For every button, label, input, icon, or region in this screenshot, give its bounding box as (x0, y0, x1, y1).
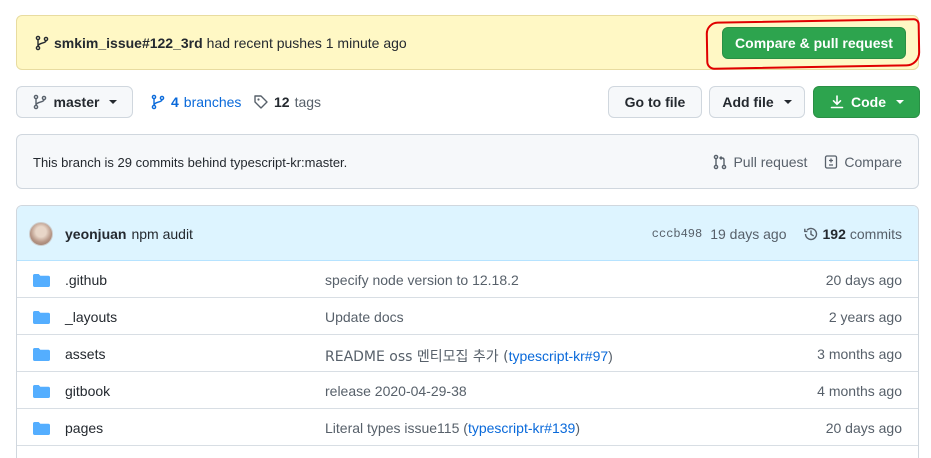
folder-icon (33, 311, 50, 324)
tags-link[interactable]: 12 tags (253, 94, 321, 110)
branch-icon (33, 94, 46, 110)
commit-author-link[interactable]: yeonjuan (65, 226, 126, 242)
branch-icon (35, 35, 49, 51)
file-name-link[interactable]: gitbook (65, 383, 110, 399)
commit-age: 19 days ago (710, 226, 787, 242)
pushed-branch-link[interactable]: smkim_issue#122_3rd (54, 35, 203, 51)
compare-icon (825, 155, 838, 169)
table-row: pages Literal types issue115 (typescript… (17, 409, 918, 446)
table-row: _layouts Update docs 2 years ago (17, 298, 918, 335)
add-file-button[interactable]: Add file (709, 86, 805, 118)
file-commit-message[interactable]: Literal types issue115 (typescript-kr#13… (325, 420, 580, 436)
history-icon (803, 227, 817, 241)
branch-status-box: This branch is 29 commits behind typescr… (16, 134, 919, 189)
pull-request-icon (714, 154, 727, 170)
branches-link[interactable]: 4 branches (150, 94, 241, 110)
file-name-link[interactable]: .github (65, 272, 107, 288)
code-button[interactable]: Code (813, 86, 920, 118)
tags-label: tags (294, 94, 322, 110)
folder-icon (33, 348, 50, 361)
file-age: 20 days ago (825, 420, 902, 436)
file-list: yeonjuan npm audit cccb498 19 days ago 1… (16, 205, 919, 458)
commits-label: commits (849, 226, 902, 242)
chevron-down-icon (896, 100, 904, 104)
pull-request-link[interactable]: Pull request (712, 154, 807, 170)
branch-select-label: master (53, 94, 100, 110)
chevron-down-icon (783, 100, 792, 104)
folder-icon (33, 385, 50, 398)
tag-icon (254, 95, 268, 109)
latest-commit-bar: yeonjuan npm audit cccb498 19 days ago 1… (17, 206, 918, 261)
branch-behind-text: This branch is 29 commits behind typescr… (33, 155, 348, 170)
file-commit-message[interactable]: specify node version to 12.18.2 (325, 272, 519, 288)
commit-sha-link[interactable]: cccb498 (652, 227, 702, 241)
file-name-link[interactable]: pages (65, 420, 103, 436)
file-name-link[interactable]: _layouts (65, 309, 117, 325)
compare-pull-request-button[interactable]: Compare & pull request (722, 27, 906, 59)
chevron-down-icon (109, 100, 118, 104)
code-label: Code (851, 94, 886, 110)
go-to-file-button[interactable]: Go to file (608, 86, 702, 118)
go-to-file-label: Go to file (624, 94, 686, 110)
table-row: .github specify node version to 12.18.2 … (17, 261, 918, 298)
tags-count: 12 (274, 94, 290, 110)
file-commit-message[interactable]: README oss 멘티모집 추가 (typescript-kr#97) (325, 346, 613, 366)
commit-message-link[interactable]: npm audit (131, 226, 192, 242)
branch-icon (151, 94, 165, 110)
branch-select-button[interactable]: master (16, 86, 133, 118)
issue-reference-link[interactable]: typescript-kr#139 (468, 420, 575, 436)
table-row: assets README oss 멘티모집 추가 (typescript-kr… (17, 335, 918, 372)
branches-label: branches (183, 94, 242, 110)
banner-suffix: had recent pushes 1 minute ago (206, 35, 407, 51)
file-age: 20 days ago (825, 272, 902, 288)
file-commit-message[interactable]: Update docs (325, 309, 404, 325)
file-commit-message[interactable]: release 2020-04-29-38 (325, 383, 467, 399)
file-age: 4 months ago (817, 383, 902, 399)
recent-pushes-banner: smkim_issue#122_3rd had recent pushes 1 … (16, 15, 921, 70)
table-row: gitbook release 2020-04-29-38 4 months a… (17, 372, 918, 409)
banner-text: smkim_issue#122_3rd had recent pushes 1 … (34, 35, 407, 51)
commits-count: 192 (822, 226, 846, 242)
file-age: 2 years ago (828, 309, 902, 325)
add-file-label: Add file (722, 94, 774, 110)
pull-request-label: Pull request (733, 154, 808, 170)
avatar[interactable] (29, 222, 53, 246)
compare-label: Compare (844, 154, 902, 170)
branches-count: 4 (171, 94, 179, 110)
folder-icon (33, 274, 50, 287)
folder-icon (33, 422, 50, 435)
issue-reference-link[interactable]: typescript-kr#97 (509, 348, 609, 364)
commits-history-link[interactable]: 192 commits (803, 226, 902, 242)
compare-link[interactable]: Compare (823, 154, 902, 170)
file-age: 3 months ago (817, 346, 902, 362)
download-icon (830, 95, 844, 109)
file-name-link[interactable]: assets (65, 346, 105, 362)
